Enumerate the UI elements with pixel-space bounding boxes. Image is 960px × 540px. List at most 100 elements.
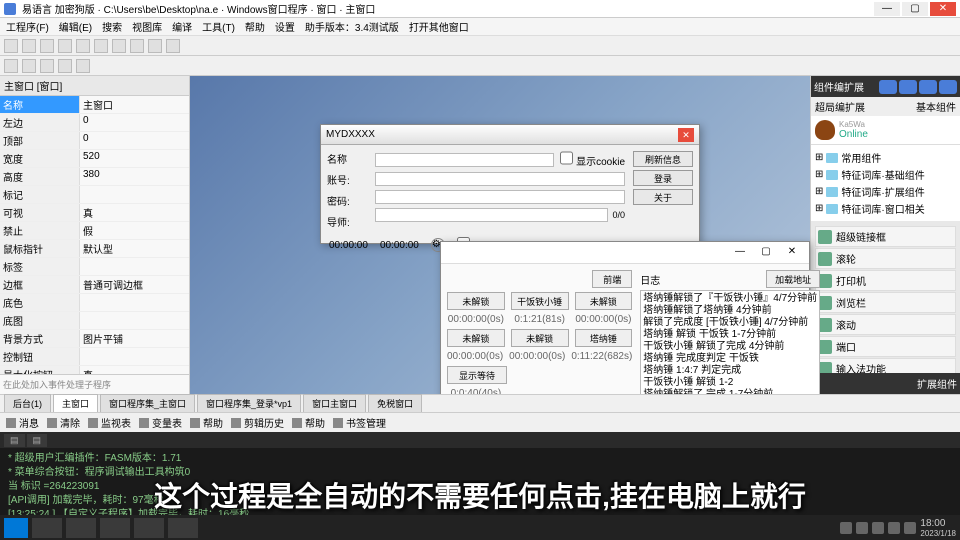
menu-item[interactable]: 搜索 [102,19,122,34]
tool-item[interactable]: 输入法功能 [815,358,956,373]
tool-item[interactable]: 端口 [815,336,956,357]
task-button[interactable]: 未解锁 [447,329,505,347]
status-item[interactable]: 帮助 [190,415,223,430]
log-textarea[interactable]: 塔纳锤解锁了『干饭铁小锤』4/7分钟前塔纳锤解锁了塔纳锤 4分钟前解锁了完成度 … [640,290,820,394]
tree-item[interactable]: ⊞特征词库·基础组件 [815,166,956,183]
status-item[interactable]: 变量表 [139,415,182,430]
menu-item[interactable]: 帮助 [245,19,265,34]
taskbar-item[interactable] [100,518,130,538]
editor-tab[interactable]: 窗口程序集_主窗口 [100,394,195,412]
toolbar-button[interactable] [148,39,162,53]
property-row[interactable]: 底图 [0,312,189,330]
badge-icon[interactable] [899,80,917,94]
menu-item[interactable]: 助手版本：3.4测试版 [305,19,399,34]
menu-item[interactable]: 视图库 [132,19,162,34]
properties-grid[interactable]: 名称主窗口左边0顶部0宽度520高度380标记可视真禁止假鼠标指针默认型标签边框… [0,96,189,374]
close-button[interactable]: ✕ [930,2,956,16]
task-button[interactable]: 塔纳锤 [575,329,633,347]
tool-item[interactable]: 滚动 [815,314,956,335]
login-button[interactable]: 登录 [633,170,693,186]
start-button[interactable] [4,518,28,538]
toolbar-button[interactable] [112,39,126,53]
property-row[interactable]: 名称主窗口 [0,96,189,114]
toolbar-button[interactable] [130,39,144,53]
taskbar-item[interactable] [168,518,198,538]
badge-icon[interactable] [879,80,897,94]
design-canvas[interactable]: MYDXXXX ✕ 名称 账号: 密码: 导师: 显示cookie [190,76,810,394]
toolbar-button[interactable] [4,39,18,53]
maximize-icon[interactable]: ▢ [754,245,778,261]
status-item[interactable]: 清除 [47,415,80,430]
minimize-icon[interactable]: — [728,245,752,261]
menu-item[interactable]: 打开其他窗口 [409,19,469,34]
tool-list[interactable]: 超级链接框滚轮打印机浏览栏滚动端口输入法功能编辑选框卡显示窗口菜单用户驱动器框日… [811,221,960,373]
component-tree[interactable]: ⊞常用组件⊞特征词库·基础组件⊞特征词库·扩展组件⊞特征词库·窗口相关 [811,145,960,221]
status-item[interactable]: 消息 [6,415,39,430]
minimize-button[interactable]: — [874,2,900,16]
property-row[interactable]: 禁止假 [0,222,189,240]
editor-tab[interactable]: 窗口主窗口 [303,394,366,412]
tray-icon[interactable] [888,522,900,534]
editor-tab[interactable]: 窗口程序集_登录*vp1 [197,394,301,412]
name-input[interactable] [375,153,554,167]
maximize-button[interactable]: ▢ [902,2,928,16]
console-tab[interactable]: ▤ [4,434,25,447]
status-item[interactable]: 书签管理 [333,415,386,430]
menu-item[interactable]: 工具(T) [202,19,235,34]
toolbar-button[interactable] [76,39,90,53]
toolbar-button[interactable] [58,59,72,73]
property-row[interactable]: 左边0 [0,114,189,132]
dialog2-titlebar[interactable]: — ▢ ✕ [441,242,809,264]
property-row[interactable]: 鼠标指针默认型 [0,240,189,258]
taskbar-item[interactable] [32,518,62,538]
taskbar-item[interactable] [134,518,164,538]
menu-item[interactable]: 设置 [275,19,295,34]
task-button[interactable]: 未解锁 [511,329,569,347]
property-row[interactable]: 最大化按钮真 [0,366,189,374]
console-tab[interactable]: ▤ [27,434,48,447]
tray-icon[interactable] [872,522,884,534]
task-button[interactable]: 干饭铁小锤 [511,292,569,310]
property-row[interactable]: 高度380 [0,168,189,186]
editor-tab[interactable]: 主窗口 [53,394,98,412]
toolbar-button[interactable] [40,59,54,73]
toolbar-button[interactable] [58,39,72,53]
property-row[interactable]: 控制钮 [0,348,189,366]
editor-tab[interactable]: 后台(1) [4,394,51,412]
tutor-input[interactable] [375,208,608,222]
property-row[interactable]: 底色 [0,294,189,312]
property-row[interactable]: 顶部0 [0,132,189,150]
tool-item[interactable]: 打印机 [815,270,956,291]
dialog-title[interactable]: MYDXXXX ✕ [321,125,699,145]
about-button[interactable]: 关于 [633,189,693,205]
property-row[interactable]: 标记 [0,186,189,204]
badge-icon[interactable] [939,80,957,94]
load-addr-button[interactable]: 加载地址 [766,270,820,288]
toolbar-button[interactable] [76,59,90,73]
dialog-close-icon[interactable]: ✕ [678,128,694,142]
tree-item[interactable]: ⊞常用组件 [815,149,956,166]
taskbar-item[interactable] [66,518,96,538]
tool-item[interactable]: 滚轮 [815,248,956,269]
status-item[interactable]: 剪辑历史 [231,415,284,430]
status-item[interactable]: 帮助 [292,415,325,430]
toolbar-button[interactable] [94,39,108,53]
tray-icon[interactable] [856,522,868,534]
menu-item[interactable]: 工程序(F) [6,19,49,34]
menu-item[interactable]: 编译 [172,19,192,34]
toolbar-button[interactable] [22,39,36,53]
property-row[interactable]: 标签 [0,258,189,276]
property-row[interactable]: 边框普通可调边框 [0,276,189,294]
front-button[interactable]: 前端 [592,270,632,288]
show-wait-button[interactable]: 显示等待 [447,366,507,384]
menu-item[interactable]: 编辑(E) [59,19,92,34]
property-row[interactable]: 可视真 [0,204,189,222]
tray-icon[interactable] [840,522,852,534]
tool-item[interactable]: 浏览栏 [815,292,956,313]
badge-icon[interactable] [919,80,937,94]
tree-item[interactable]: ⊞特征词库·扩展组件 [815,183,956,200]
tree-item[interactable]: ⊞特征词库·窗口相关 [815,200,956,217]
tray-icon[interactable] [904,522,916,534]
tool-item[interactable]: 超级链接框 [815,226,956,247]
task-button[interactable]: 未解锁 [447,292,505,310]
